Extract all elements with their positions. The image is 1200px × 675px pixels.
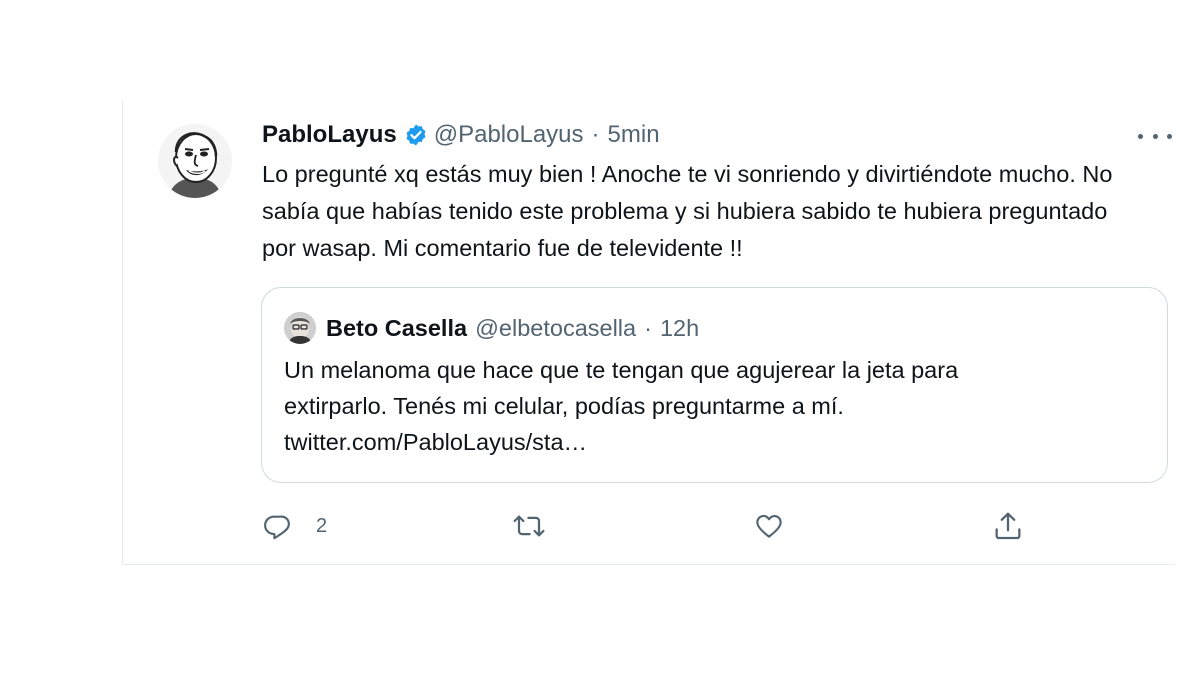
- quoted-tweet-timestamp: 12h: [659, 314, 700, 341]
- quoted-author-avatar: [284, 312, 316, 344]
- tweet-text: Lo pregunté xq estás muy bien ! Anoche t…: [262, 161, 1113, 261]
- author-avatar[interactable]: [158, 124, 232, 198]
- author-display-name[interactable]: PabloLayus: [262, 121, 397, 149]
- retweet-button[interactable]: [512, 506, 546, 546]
- separator-dot: ·: [644, 314, 652, 341]
- reply-count: 2: [316, 514, 328, 537]
- share-icon: [995, 512, 1021, 540]
- more-dot-icon: [1138, 133, 1143, 139]
- verified-badge-icon: [404, 123, 428, 147]
- reply-icon: [264, 515, 290, 540]
- like-icon: [756, 514, 782, 538]
- tweet-header: PabloLayus @PabloLayus · 5min: [262, 118, 660, 152]
- quoted-author-handle: @elbetocasella: [475, 314, 637, 341]
- quoted-tweet-text: Un melanoma que hace que te tengan que a…: [284, 352, 1144, 460]
- like-button[interactable]: [753, 506, 785, 546]
- tweet-timestamp[interactable]: 5min: [608, 121, 660, 149]
- reply-button[interactable]: 2: [262, 506, 327, 546]
- retweet-icon: [513, 515, 545, 537]
- quoted-tweet-header: Beto Casella @elbetocasella · 12h: [284, 310, 699, 346]
- quoted-author-display-name: Beto Casella: [326, 314, 468, 341]
- author-handle[interactable]: @PabloLayus: [434, 121, 584, 149]
- tweet-actions-bar: 2: [0, 506, 1200, 546]
- more-dot-icon: [1152, 133, 1158, 139]
- share-button[interactable]: [992, 506, 1024, 546]
- photo-avatar-icon: [284, 312, 316, 344]
- caricature-avatar-icon: [158, 124, 232, 198]
- quoted-tweet-card[interactable]: Beto Casella @elbetocasella · 12h Un mel…: [261, 287, 1168, 483]
- quoted-text-line: extirparlo. Tenés mi celular, podías pre…: [284, 393, 844, 419]
- more-options-button[interactable]: [1138, 128, 1172, 144]
- quoted-text-line: Un melanoma que hace que te tengan que a…: [284, 357, 959, 383]
- more-dot-icon: [1167, 133, 1172, 139]
- quoted-tweet-link[interactable]: twitter.com/PabloLayus/sta…: [284, 424, 1144, 460]
- separator-dot: ·: [591, 121, 600, 148]
